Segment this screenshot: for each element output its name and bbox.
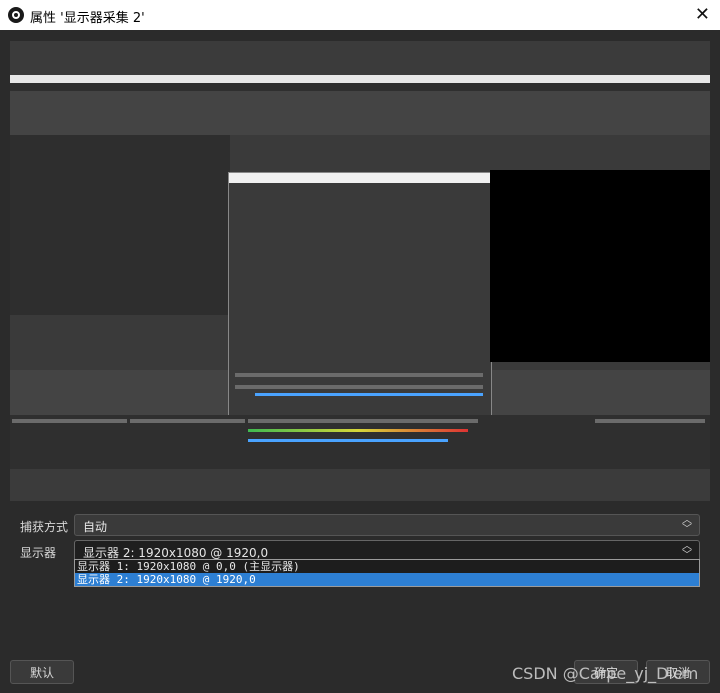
title-bar: 属性 '显示器采集 2' ✕ [0, 0, 720, 30]
nested-docks [10, 415, 710, 469]
source-preview-area [10, 41, 710, 501]
nested-dialog-title [229, 173, 491, 183]
nested-selection [255, 393, 483, 396]
capture-method-select[interactable]: 自动 ︿ ﹀ [74, 514, 700, 536]
display-label: 显示器 [20, 546, 57, 560]
display-dropdown-list[interactable]: 显示器 1: 1920x1080 @ 0,0 (主显示器) 显示器 2: 192… [74, 559, 700, 587]
nested-dock-header [248, 419, 478, 423]
display-option-selected[interactable]: 显示器 2: 1920x1080 @ 1920,0 [75, 573, 699, 586]
capture-method-value: 自动 [83, 520, 108, 534]
screen-preview [10, 75, 710, 469]
nested-dock-header [12, 419, 127, 423]
nested-audio-meter [248, 429, 468, 432]
nested-controls [595, 419, 705, 423]
cancel-button[interactable]: 取消 [646, 660, 710, 684]
nested-properties-dialog [228, 172, 492, 424]
nested-volume-slider [248, 439, 448, 442]
obs-logo-icon [8, 7, 24, 23]
chevron-up-down-icon: ︿ ﹀ [682, 515, 692, 535]
nested-black-area [490, 170, 710, 362]
display-value: 显示器 2: 1920x1080 @ 1920,0 [83, 546, 269, 560]
ok-button[interactable]: 确定 [574, 660, 638, 684]
chevron-up-down-icon: ︿ ﹀ [682, 541, 692, 561]
display-option[interactable]: 显示器 1: 1920x1080 @ 0,0 (主显示器) [75, 560, 699, 573]
window-title: 属性 '显示器采集 2' [30, 11, 145, 26]
close-icon[interactable]: ✕ [695, 4, 710, 25]
defaults-button[interactable]: 默认 [10, 660, 74, 684]
nested-menubar [10, 83, 710, 91]
nested-field [235, 373, 483, 377]
nested-field [235, 385, 483, 389]
nested-dock-header [130, 419, 245, 423]
nested-window-titlebar [10, 75, 710, 83]
capture-method-label: 捕获方式 [20, 520, 69, 534]
nested-preview-left [10, 135, 230, 315]
